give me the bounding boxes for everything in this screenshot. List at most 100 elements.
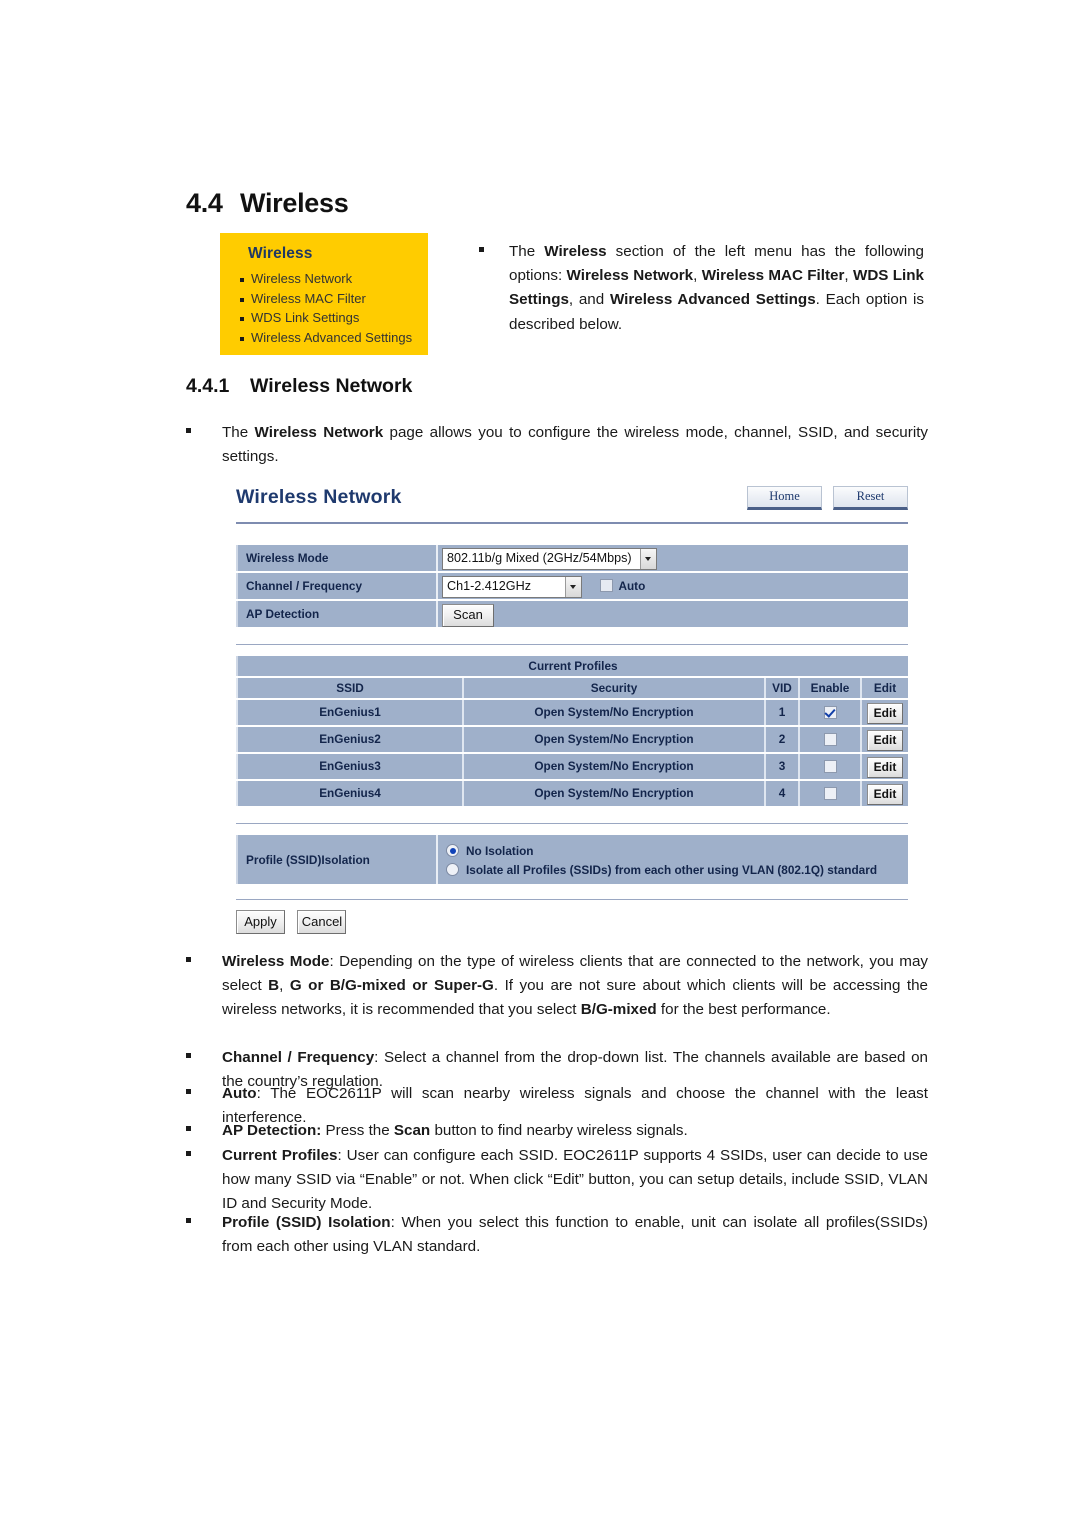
row-channel-frequency: Channel / Frequency Ch1-2.412GHz Auto <box>236 573 908 599</box>
cell-ssid: EnGenius3 <box>236 754 462 779</box>
column-header-edit: Edit <box>860 678 908 698</box>
edit-button[interactable]: Edit <box>867 730 903 751</box>
wireless-mode-select[interactable]: 802.11b/g Mixed (2GHz/54Mbps) <box>442 548 657 570</box>
bullet-wireless-mode-text: Wireless Mode: Depending on the type of … <box>222 953 928 1019</box>
cell-security: Open System/No Encryption <box>462 700 764 725</box>
bullet-intro: The Wireless section of the left menu ha… <box>479 240 924 337</box>
cell-vid: 3 <box>764 754 798 779</box>
radio-no-isolation-label: No Isolation <box>466 843 534 858</box>
cell-enable[interactable] <box>798 727 860 752</box>
callout-item-wireless-network: Wireless Network <box>234 269 412 289</box>
document-page: 4.4 Wireless Wireless Wireless Network Wi… <box>0 0 1080 1527</box>
page-title: 4.4 Wireless <box>186 188 349 219</box>
scan-button[interactable]: Scan <box>442 604 494 627</box>
cell-vid: 4 <box>764 781 798 806</box>
bullet-intro-text: The Wireless section of the left menu ha… <box>509 243 925 333</box>
cell-edit: Edit <box>860 781 908 806</box>
row-ap-detection: AP Detection Scan <box>236 601 908 627</box>
chevron-down-icon <box>565 577 581 597</box>
column-header-security: Security <box>462 678 764 698</box>
label-channel-frequency: Channel / Frequency <box>236 573 436 599</box>
bullet-square-icon <box>186 1089 191 1094</box>
bullet-square-icon <box>186 1126 191 1131</box>
label-ap-detection: AP Detection <box>236 601 436 627</box>
bullet-wireless-network-text: The Wireless Network page allows you to … <box>222 424 929 466</box>
subsection-title: 4.4.1 Wireless Network <box>186 375 412 398</box>
table-row: EnGenius4 Open System/No Encryption 4 Ed… <box>236 781 908 806</box>
cell-edit: Edit <box>860 727 908 752</box>
cell-security: Open System/No Encryption <box>462 754 764 779</box>
home-button[interactable]: Home <box>747 486 822 510</box>
isolation-options: No Isolation Isolate all Profiles (SSIDs… <box>436 835 908 884</box>
label-wireless-mode: Wireless Mode <box>236 545 436 571</box>
cell-vid: 2 <box>764 727 798 752</box>
enable-checkbox[interactable] <box>823 733 837 747</box>
cell-ssid: EnGenius1 <box>236 700 462 725</box>
reset-button[interactable]: Reset <box>833 486 908 510</box>
bullet-profile-isolation: Profile (SSID) Isolation: When you selec… <box>186 1211 928 1259</box>
radio-isolate-all[interactable] <box>446 863 459 876</box>
section-title: Wireless <box>240 188 349 218</box>
enable-checkbox[interactable] <box>823 706 837 720</box>
cell-security: Open System/No Encryption <box>462 781 764 806</box>
enable-checkbox[interactable] <box>823 787 837 801</box>
section-number: 4.4 <box>186 188 223 218</box>
edit-button[interactable]: Edit <box>867 757 903 778</box>
column-header-enable: Enable <box>798 678 860 698</box>
label-profile-isolation: Profile (SSID)Isolation <box>236 835 436 884</box>
channel-frequency-select-value: Ch1-2.412GHz <box>447 579 531 593</box>
bullet-profile-isolation-text: Profile (SSID) Isolation: When you selec… <box>222 1214 928 1256</box>
auto-checkbox[interactable] <box>600 578 614 592</box>
bullet-square-icon <box>186 1151 191 1156</box>
edit-button[interactable]: Edit <box>867 784 903 805</box>
cell-vid: 1 <box>764 700 798 725</box>
bullet-current-profiles-text: Current Profiles: User can configure eac… <box>222 1147 928 1213</box>
bullet-square-icon <box>186 1053 191 1058</box>
bullet-square-icon <box>186 957 191 962</box>
ui-page-title: Wireless Network <box>236 486 402 508</box>
router-ui-screenshot: Wireless Network Home Reset Wireless Mod… <box>236 484 908 934</box>
profiles-header-row: SSID Security VID Enable Edit <box>236 678 908 698</box>
row-wireless-mode: Wireless Mode 802.11b/g Mixed (2GHz/54Mb… <box>236 545 908 571</box>
ui-header: Wireless Network Home Reset <box>236 484 908 520</box>
cell-enable[interactable] <box>798 781 860 806</box>
column-header-vid: VID <box>764 678 798 698</box>
isolation-option-no-isolation[interactable]: No Isolation <box>446 841 908 860</box>
profiles-caption: Current Profiles <box>236 656 908 676</box>
enable-checkbox[interactable] <box>823 760 837 774</box>
subsection-label: Wireless Network <box>250 375 413 397</box>
callout-menu-list: Wireless Network Wireless MAC Filter WDS… <box>234 269 412 347</box>
channel-frequency-select[interactable]: Ch1-2.412GHz <box>442 576 582 598</box>
apply-button[interactable]: Apply <box>236 910 285 934</box>
cell-security: Open System/No Encryption <box>462 727 764 752</box>
column-header-ssid: SSID <box>236 678 462 698</box>
cell-ssid: EnGenius2 <box>236 727 462 752</box>
bullet-square-icon <box>479 247 484 252</box>
callout-item-wds-link-settings: WDS Link Settings <box>234 308 412 328</box>
cell-edit: Edit <box>860 700 908 725</box>
auto-label: Auto <box>618 579 646 593</box>
wireless-menu-callout: Wireless Wireless Network Wireless MAC F… <box>220 233 428 355</box>
bullet-current-profiles: Current Profiles: User can configure eac… <box>186 1144 928 1217</box>
isolation-option-isolate-all[interactable]: Isolate all Profiles (SSIDs) from each o… <box>446 860 908 879</box>
value-channel-frequency: Ch1-2.412GHz Auto <box>436 573 908 599</box>
bullet-wireless-network: The Wireless Network page allows you to … <box>186 421 928 469</box>
bullet-ap-detection-text: AP Detection: Press the Scan button to f… <box>222 1122 688 1139</box>
table-row: EnGenius3 Open System/No Encryption 3 Ed… <box>236 754 908 779</box>
callout-item-wireless-advanced-settings: Wireless Advanced Settings <box>234 328 412 348</box>
current-profiles-table: Current Profiles SSID Security VID Enabl… <box>236 656 908 806</box>
bullet-wireless-mode: Wireless Mode: Depending on the type of … <box>186 950 928 1023</box>
edit-button[interactable]: Edit <box>867 703 903 724</box>
cancel-button[interactable]: Cancel <box>297 910 347 934</box>
callout-item-wireless-mac-filter: Wireless MAC Filter <box>234 289 412 309</box>
table-row: EnGenius2 Open System/No Encryption 2 Ed… <box>236 727 908 752</box>
auto-checkbox-group[interactable]: Auto <box>600 573 645 599</box>
cell-enable[interactable] <box>798 754 860 779</box>
radio-no-isolation[interactable] <box>446 844 459 857</box>
cell-edit: Edit <box>860 754 908 779</box>
chevron-down-icon <box>639 549 656 569</box>
bullet-square-icon <box>186 428 191 433</box>
cell-enable[interactable] <box>798 700 860 725</box>
subsection-number: 4.4.1 <box>186 375 230 397</box>
value-wireless-mode: 802.11b/g Mixed (2GHz/54Mbps) <box>436 545 908 571</box>
